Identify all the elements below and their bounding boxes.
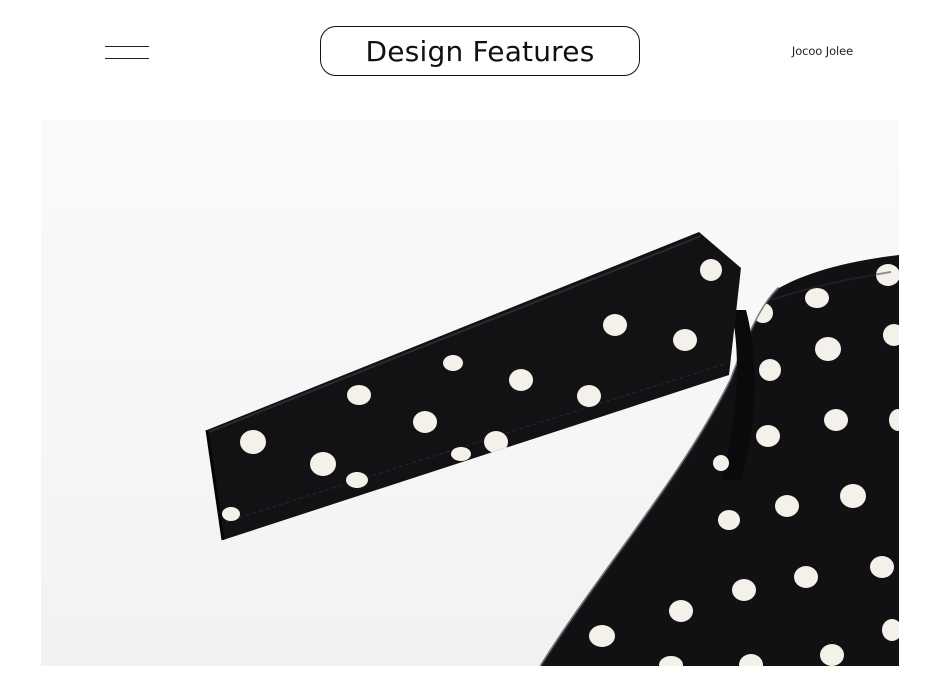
section-title: Design Features xyxy=(365,35,595,68)
product-detail-photo xyxy=(41,120,899,666)
menu-icon-bar-bottom xyxy=(105,58,149,59)
menu-icon-bar-top xyxy=(105,46,149,47)
section-title-pill: Design Features xyxy=(320,26,640,76)
hamburger-menu-icon[interactable] xyxy=(105,46,149,60)
page-header: Design Features Jocoo Jolee xyxy=(0,0,950,105)
brand-name: Jocoo Jolee xyxy=(791,44,854,58)
polka-dot-fabric-illustration xyxy=(205,232,899,666)
